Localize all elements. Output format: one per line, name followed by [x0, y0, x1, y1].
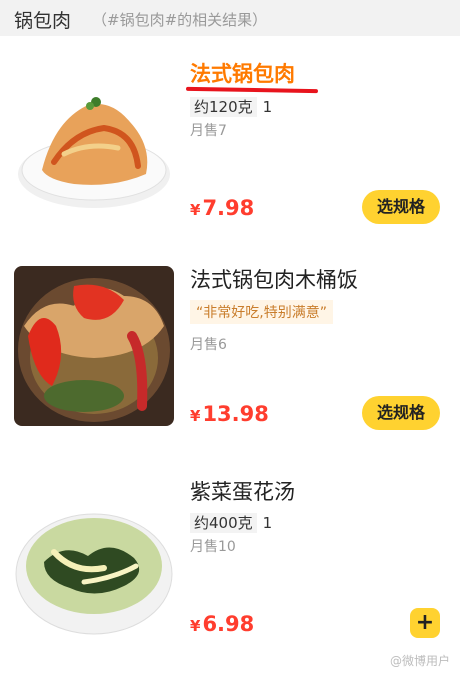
dish-card-3[interactable]: 紫菜蛋花汤 约400克 1 月售10 ¥6.98 + — [0, 456, 460, 679]
currency-symbol: ¥ — [190, 617, 201, 635]
price-value: 6.98 — [202, 612, 255, 636]
monthly-sales-2: 月售6 — [190, 337, 227, 353]
price-value: 7.98 — [202, 196, 255, 220]
dish-image-1[interactable] — [14, 62, 174, 222]
spec-weight: 约120克 — [190, 97, 257, 117]
dish-image-2[interactable] — [14, 266, 174, 426]
dish-name-1[interactable]: 法式锅包肉 — [190, 58, 295, 88]
dish-spec-3: 约400克 1 — [190, 512, 272, 533]
add-to-cart-button[interactable]: + — [410, 608, 440, 638]
dish-card-2[interactable]: 法式锅包肉木桶饭 “非常好吃,特别满意” 月售6 ¥13.98 选规格 — [0, 236, 460, 456]
dish-price-2: ¥13.98 — [190, 402, 269, 426]
select-spec-button-2[interactable]: 选规格 — [362, 396, 440, 430]
select-spec-button-1[interactable]: 选规格 — [362, 190, 440, 224]
dish-name-2[interactable]: 法式锅包肉木桶饭 — [190, 264, 358, 294]
dish-spec-1: 约120克 1 — [190, 96, 272, 117]
dish-price-3: ¥6.98 — [190, 612, 254, 636]
monthly-sales-1: 月售7 — [190, 123, 227, 139]
spec-count: 1 — [262, 98, 273, 116]
dish-price-1: ¥7.98 — [190, 196, 254, 220]
currency-symbol: ¥ — [190, 407, 201, 425]
review-tag: “非常好吃,特别满意” — [190, 300, 333, 324]
dish-name-3[interactable]: 紫菜蛋花汤 — [190, 476, 295, 506]
price-value: 13.98 — [202, 402, 269, 426]
highlight-underline — [185, 86, 319, 94]
watermark: @微博用户 — [389, 654, 450, 668]
search-result-header: 锅包肉 （#锅包肉#的相关结果） — [0, 0, 460, 36]
currency-symbol: ¥ — [190, 201, 201, 219]
monthly-sales-3: 月售10 — [190, 539, 236, 555]
category-title: 锅包肉 — [14, 10, 72, 32]
spec-weight: 约400克 — [190, 513, 257, 533]
dish-image-3[interactable] — [14, 482, 174, 642]
search-result-hint: （#锅包肉#的相关结果） — [92, 11, 268, 29]
spec-count: 1 — [262, 514, 273, 532]
dish-card-1[interactable]: 法式锅包肉 约120克 1 月售7 ¥7.98 选规格 — [0, 36, 460, 236]
